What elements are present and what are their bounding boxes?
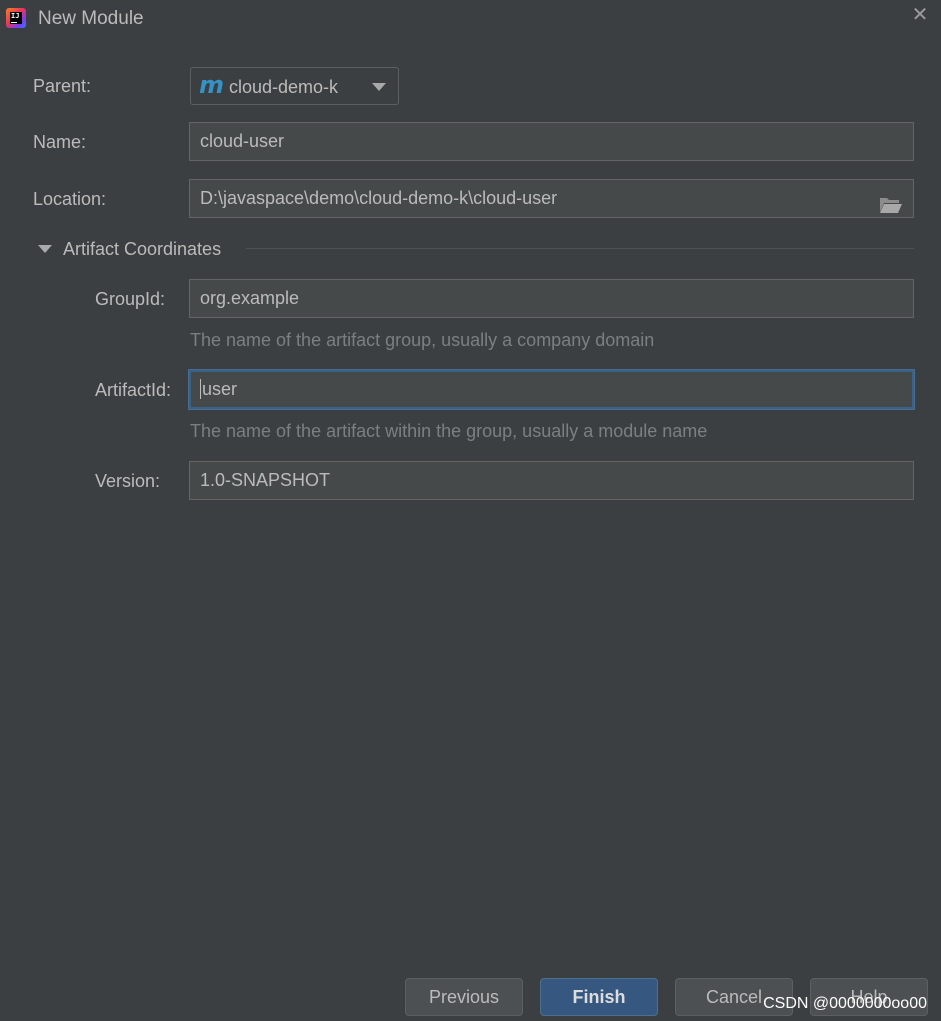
dialog-title: New Module	[38, 8, 144, 29]
intellij-app-icon: IJ	[6, 8, 26, 28]
artifactid-hint: The name of the artifact within the grou…	[190, 421, 708, 441]
watermark-text: CSDN @0000000oo00	[763, 995, 927, 1012]
artifactid-value: user	[202, 379, 238, 399]
parent-label: Parent:	[33, 76, 92, 96]
groupid-label: GroupId:	[95, 289, 166, 309]
parent-value: cloud-demo-k	[229, 77, 339, 97]
title-bar: IJ New Module ✕	[0, 0, 941, 38]
location-field[interactable]: D:\javaspace\demo\cloud-demo-k\cloud-use…	[189, 179, 914, 218]
version-field[interactable]: 1.0-SNAPSHOT	[189, 461, 914, 500]
location-value: D:\javaspace\demo\cloud-demo-k\cloud-use…	[200, 188, 558, 208]
location-label: Location:	[33, 189, 107, 209]
chevron-down-icon	[372, 83, 386, 91]
finish-button[interactable]: Finish	[540, 978, 658, 1016]
name-label: Name:	[33, 132, 87, 152]
section-divider	[246, 248, 914, 249]
groupid-field[interactable]: org.example	[189, 279, 914, 318]
groupid-hint: The name of the artifact group, usually …	[190, 330, 655, 350]
new-module-dialog: IJ New Module ✕ Parent: m cloud-demo-k N…	[0, 0, 941, 1021]
close-icon[interactable]: ✕	[909, 4, 931, 26]
artifactid-label: ArtifactId:	[95, 380, 172, 400]
previous-button[interactable]: Previous	[405, 978, 523, 1016]
triangle-down-icon	[38, 245, 52, 253]
text-caret	[200, 378, 201, 399]
maven-module-icon: m	[199, 71, 225, 99]
folder-open-icon[interactable]	[879, 190, 903, 213]
section-title: Artifact Coordinates	[63, 239, 222, 259]
parent-dropdown[interactable]: m cloud-demo-k	[190, 67, 399, 105]
artifactid-field[interactable]: user	[189, 370, 914, 409]
version-label: Version:	[95, 471, 161, 491]
name-field[interactable]: cloud-user	[189, 122, 914, 161]
